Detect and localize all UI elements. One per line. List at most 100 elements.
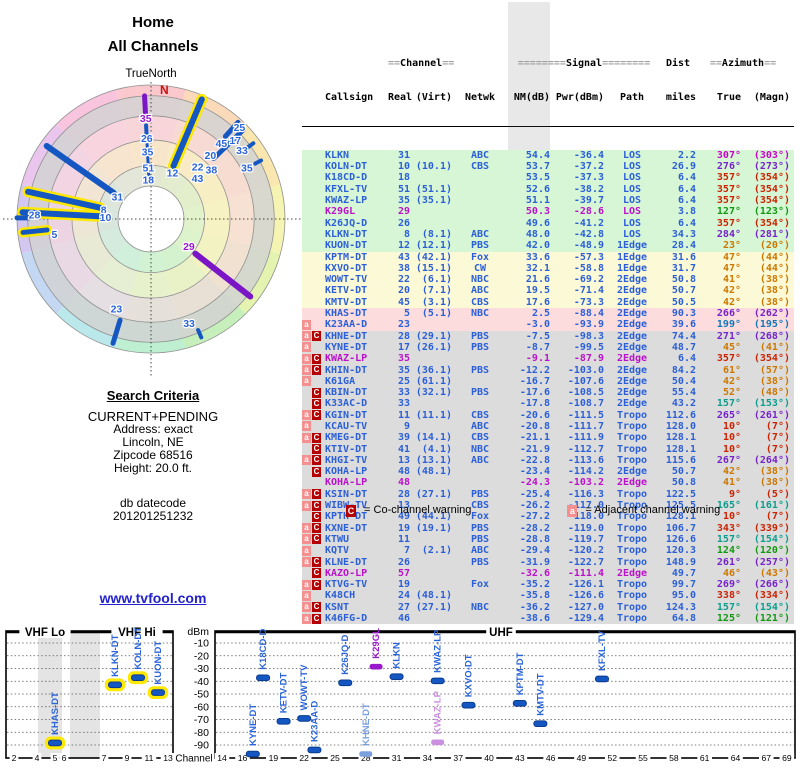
adjacent-channel-icon: a [302,365,311,375]
channel-tick-label: 14 [217,753,227,763]
radar-channel-label: 26 [141,133,153,145]
adjacent-channel-icon: a [302,489,311,500]
radar-channel-label: 23 [111,304,123,316]
channel-tick-label: 19 [269,753,279,763]
dbm-axis-label: dBm [187,626,209,638]
radar-channel-label: 25 [234,122,246,134]
table-row: K18CD-D 18 53.5 -37.3 LOS 6.4 357° (354°) [302,172,794,184]
station-bar [108,681,122,689]
station-bar [512,700,527,707]
station-label: K18CD-D [258,628,269,669]
table-row: C KTIV-DT 41 (4.1) NBC -21.9 -112.7 Tropo 128.1 1… [302,443,794,455]
search-criteria-title: Search Criteria [106,388,200,403]
tvfool-report-page: Home All Channels 31 8 10 28 5 12 35 26 35 51 18 25… [0,0,800,768]
adjacent-channel-icon: a [302,579,311,590]
signal-bar [20,227,50,235]
station-label: KFXL-TV [597,630,608,671]
table-row: a C KTWU 11 PBS -28.8 -119.7 Tropo 126.6 157° (154… [302,533,794,546]
station-label: K29GL [371,628,382,659]
station-bar [131,674,145,681]
channel-tick-label: 55 [638,753,648,763]
channel-tick-label: 11 [145,753,154,763]
table-row: a C KSNT 27 (27.1) NBC -36.2 -127.0 Tropo 124.3 15… [302,601,794,614]
table-rows: KLKN 31 ABC 54.4 -36.4 LOS 2.2 307° (303°) KOLN-D… [302,149,794,625]
spectrum-gap-band [70,632,100,758]
table-row: C K33AC-D 33 -17.8 -108.7 2Edge 43.2 157° (153°) [302,398,794,410]
table-row: KFXL-TV 51 (51.1) 52.6 -38.2 LOS 6.4 357° (354°) [302,183,794,196]
adjacent-channel-icon: a [302,421,311,432]
channel-tick-label: 13 [163,753,173,763]
co-channel-icon: C [312,455,321,466]
radar-title: Home [132,14,174,31]
station-bar [369,663,383,670]
adjacent-channel-icon: a [302,376,311,387]
radar-channel-label: 5 [51,229,57,241]
table-row: a C KHNE-DT 28 (29.1) PBS -7.5 -98.3 2Edge 74.4 27… [302,330,794,342]
table-row: a C KSIN-DT 28 (27.1) PBS -25.4 -116.3 Tropo 122.… [302,488,794,501]
radar-channel-label: 35 [142,147,154,159]
table-row: a C KHIN-DT 35 (36.1) PBS -12.2 -103.0 2Edge 84.2… [302,364,794,376]
radar-channel-label: 33 [236,145,248,157]
radar-channel-label: 22 [192,162,204,174]
station-bar [461,701,476,709]
co-channel-icon: C [312,500,321,511]
table-row: KPTM-DT 43 (42.1) Fox 33.6 -57.3 1Edge 31.6 47°(… [302,251,794,263]
table-row: K29GL 29 50.3 -28.6 LOS 3.8 127° (123°) [302,206,794,218]
station-bar [245,750,260,758]
table-row: a C KGIN-DT 11 (11.1) CBS -20.6 -111.5 Tropo 112.… [302,409,794,421]
adjacent-channel-icon: a [302,534,311,545]
table-row: a K23AA-D 23 -3.0 -93.9 2Edge 39.6 199° (195°) [302,319,794,331]
station-bar [256,674,271,682]
channel-tick-label: 6 [62,753,67,763]
channel-tick-label: 61 [700,753,710,763]
adjacent-channel-icon: a [302,353,311,364]
adjacent-channel-icon: a [302,319,311,330]
radar-channel-label: 18 [142,175,154,187]
station-bar [533,720,548,728]
table-header-groups: ==Channel== ========Signal======== Dist … [302,58,794,69]
channel-tick-label: 43 [515,753,525,763]
adjacent-channel-icon: a [302,523,311,534]
station-bar [430,677,445,685]
site-link-wrap: www.tvfool.com [0,590,306,608]
channel-tick-label: 25 [330,753,340,763]
station-label: KMTV-DT [535,673,546,715]
adjacent-channel-legend: a = Adjacent channel warning [567,505,720,517]
co-channel-icon: C [312,602,321,613]
signal-bar [253,158,264,166]
co-channel-icon: C [312,410,321,421]
channel-tick-label: 58 [669,753,679,763]
co-channel-icon: C [312,523,321,534]
dbm-tick-label: -30 [194,663,209,675]
adjacent-channel-icon: a [302,590,311,601]
co-channel-icon: C [312,466,321,477]
north-marker: N [160,83,169,97]
adjacent-channel-icon: a [302,500,311,511]
table-row: a C KMEG-DT 39 (14.1) CBS -21.1 -111.9 Tropo 128.… [302,432,794,444]
station-bar [276,717,291,725]
search-criteria: Search Criteria CURRENT+PENDING Address:… [0,388,306,523]
table-row: WOWT-TV 22 (6.1) NBC 21.6 -69.2 2Edge 50.8 41° (3… [302,274,794,286]
station-label: KXVO-DT [463,654,474,697]
station-label: K23AA-D [309,701,320,742]
tvfool-link[interactable]: www.tvfool.com [100,590,207,606]
table-row: KWAZ-LP 35 (35.1) 51.1 -39.7 LOS 6.4 357° (354°) [302,195,794,207]
channel-tick-label: 4 [35,753,40,763]
table-row: a C KHGI-TV 13 (13.1) ABC -22.8 -113.6 Tropo 115.… [302,454,794,467]
channel-group-header: ==Channel== [388,58,455,70]
signal-group-header: ========Signal======== [517,58,651,70]
co-channel-icon: C [312,432,321,443]
station-label: KLKN-DT [110,634,121,676]
station-bar [48,739,62,747]
adjacent-channel-icon: a [302,613,311,624]
table-row: a C KTVG-TV 19 Fox -35.2 -126.1 Tropo 99.7 269° (2… [302,579,794,591]
radar-channel-label: 31 [111,192,123,204]
channel-tick-label: 40 [484,753,494,763]
table-row: a KYNE-DT 17 (26.1) PBS -8.7 -99.5 2Edge 48.7 45°… [302,341,794,354]
channel-tick-label: 9 [125,753,130,763]
channel-tick-label: 37 [453,753,463,763]
azimuth-group-header: ==Azimuth== [709,58,777,70]
table-row: a C KLNE-DT 26 PBS -31.9 -122.7 Tropo 148.9 261°(… [302,556,794,568]
station-bar [431,739,445,746]
warning-legend: C = Co-channel warning a = Adjacent chan… [346,505,720,517]
